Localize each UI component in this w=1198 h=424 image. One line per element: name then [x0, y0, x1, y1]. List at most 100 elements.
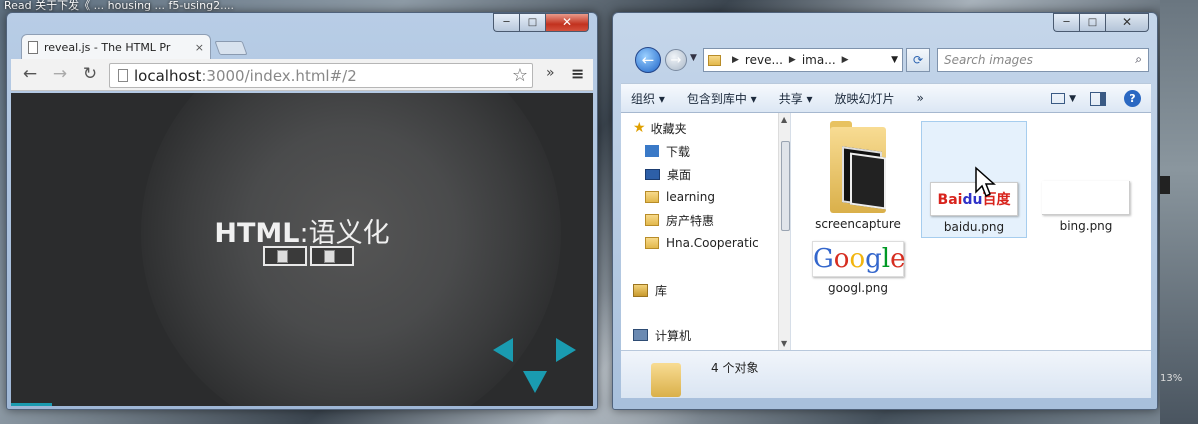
reveal-slide: HTML:语义化	[11, 93, 593, 406]
change-view-icon[interactable]	[1051, 93, 1066, 104]
download-folder-icon	[645, 145, 659, 157]
file-item[interactable]: Google googl.png	[805, 241, 911, 295]
nav-item-label: Hna.Cooperatic	[666, 236, 759, 250]
bing-thumbnail	[1042, 181, 1130, 215]
folder-icon	[645, 237, 659, 249]
details-pane: 4 个对象	[621, 350, 1151, 398]
slide-progress-bar	[11, 403, 52, 406]
nav-item-label: 计算机	[655, 328, 692, 343]
breadcrumb-separator-icon[interactable]: ▶	[732, 55, 739, 65]
nav-item-hna[interactable]: Hna.Cooperatic	[645, 234, 759, 252]
slide-title: HTML:语义化	[11, 211, 593, 250]
file-name: googl.png	[828, 281, 888, 295]
address-bar[interactable]: localhost:3000/index.html#/2 ☆	[109, 63, 533, 88]
item-count: 4 个对象	[711, 361, 759, 375]
computer-icon	[633, 329, 648, 341]
folder-icon	[830, 121, 886, 213]
browser-tab[interactable]: reveal.js - The HTML Pr ×	[21, 34, 211, 60]
organize-button[interactable]: 组织 ▾	[631, 90, 665, 107]
extensions-overflow-button[interactable]: »	[546, 65, 555, 81]
slide-down-arrow[interactable]	[523, 371, 547, 393]
nav-item-computer[interactable]: 计算机	[633, 326, 691, 344]
nav-item-housing[interactable]: 房产特惠	[645, 211, 714, 229]
slide-next-arrow[interactable]	[556, 338, 576, 362]
tab-title: reveal.js - The HTML Pr	[44, 41, 171, 54]
nav-item-label: learning	[666, 190, 715, 204]
maximize-button[interactable]: □	[519, 13, 545, 32]
forward-button[interactable]: →	[665, 49, 687, 71]
nav-item-label: 收藏夹	[650, 121, 687, 136]
path-dropdown-icon[interactable]: ▼	[891, 55, 898, 65]
browser-toolbar: ← → ↻ localhost:3000/index.html#/2 ☆ » ≡	[11, 59, 593, 91]
back-arrow-icon[interactable]: ←	[19, 63, 41, 85]
scroll-up-icon[interactable]: ▲	[781, 115, 787, 124]
nav-item-label: 下载	[666, 144, 691, 159]
chrome-window-controls: ─ □ ✕	[493, 13, 589, 32]
search-input[interactable]: Search images ⌕	[937, 48, 1149, 72]
new-tab-button[interactable]	[214, 41, 248, 55]
scrollbar-thumb[interactable]	[781, 141, 790, 231]
nav-item-downloads[interactable]: 下载	[645, 142, 690, 160]
search-icon[interactable]: ⌕	[1135, 52, 1142, 67]
chrome-menu-icon[interactable]: ≡	[571, 64, 584, 83]
more-commands-button[interactable]: »	[917, 91, 924, 105]
share-button[interactable]: 共享 ▾	[779, 90, 813, 107]
breadcrumb-separator-icon[interactable]: ▶	[789, 55, 796, 65]
close-button[interactable]: ✕	[545, 13, 589, 32]
breadcrumb[interactable]: ▶ reve... ▶ ima... ▶ ▼	[703, 48, 903, 72]
favorites-star-icon: ★	[633, 120, 646, 136]
file-name: baidu.png	[943, 220, 1005, 234]
slide-prev-arrow[interactable]	[493, 338, 513, 362]
file-name: screencapture	[815, 217, 901, 231]
close-button[interactable]: ✕	[1105, 13, 1149, 32]
page-icon	[28, 41, 38, 54]
breadcrumb-item[interactable]: ima...	[802, 53, 836, 67]
url-host: localhost	[134, 66, 202, 85]
explorer-address-row: ← → ▼ ▶ reve... ▶ ima... ▶ ▼ ⟳ Search im…	[621, 47, 1151, 73]
minimize-button[interactable]: ─	[493, 13, 519, 32]
desktop-icon	[645, 168, 660, 180]
minimize-button[interactable]: ─	[1053, 13, 1079, 32]
forward-arrow-icon[interactable]: →	[49, 63, 71, 85]
nav-scrollbar[interactable]: ▲ ▼	[778, 113, 790, 350]
tab-close-icon[interactable]: ×	[195, 41, 204, 54]
command-bar: 组织 ▾ 包含到库中 ▾ 共享 ▾ 放映幻灯片 » ▼ ?	[621, 83, 1151, 113]
bookmark-star-icon[interactable]: ☆	[512, 65, 528, 86]
nav-item-library[interactable]: 库	[633, 281, 667, 299]
folder-icon	[645, 214, 659, 226]
refresh-icon[interactable]: ⟳	[906, 48, 930, 72]
help-icon[interactable]: ?	[1124, 90, 1141, 107]
view-dropdown-icon[interactable]: ▼	[1069, 94, 1076, 104]
history-dropdown-icon[interactable]: ▼	[690, 53, 697, 63]
file-item[interactable]: screencapture	[805, 117, 911, 231]
reload-icon[interactable]: ↻	[79, 63, 101, 85]
nav-item-label: 桌面	[667, 167, 692, 182]
breadcrumb-separator-icon[interactable]: ▶	[842, 55, 849, 65]
file-name: bing.png	[1059, 219, 1113, 233]
folder-icon	[651, 363, 681, 397]
scroll-down-icon[interactable]: ▼	[781, 339, 787, 348]
folder-icon	[645, 191, 659, 203]
maximize-button[interactable]: □	[1079, 13, 1105, 32]
nav-item-favorites[interactable]: ★ 收藏夹	[633, 119, 687, 137]
slide-title-cjk: :语义化	[299, 218, 390, 249]
slide-title-latin: HTML	[214, 218, 300, 249]
explorer-window-controls: ─ □ ✕	[1053, 13, 1149, 32]
background-percent-label: 13%	[1160, 373, 1183, 384]
back-button[interactable]: ←	[635, 47, 661, 73]
broken-image-icon	[310, 246, 354, 266]
nav-item-label: 房产特惠	[666, 213, 715, 228]
library-icon	[633, 283, 648, 297]
slideshow-button[interactable]: 放映幻灯片	[835, 90, 895, 107]
url-path: :3000/index.html#/2	[201, 66, 357, 85]
nav-item-label: 库	[655, 283, 668, 298]
breadcrumb-item[interactable]: reve...	[745, 53, 783, 67]
background-window-block	[1160, 176, 1170, 194]
folder-icon	[708, 54, 721, 66]
nav-item-desktop[interactable]: 桌面	[645, 165, 691, 183]
preview-pane-icon[interactable]	[1090, 91, 1106, 106]
file-item[interactable]: bing.png	[1033, 121, 1139, 233]
nav-item-learning[interactable]: learning	[645, 188, 715, 206]
include-in-library-button[interactable]: 包含到库中 ▾	[687, 90, 757, 107]
broken-image-icon	[263, 246, 307, 266]
